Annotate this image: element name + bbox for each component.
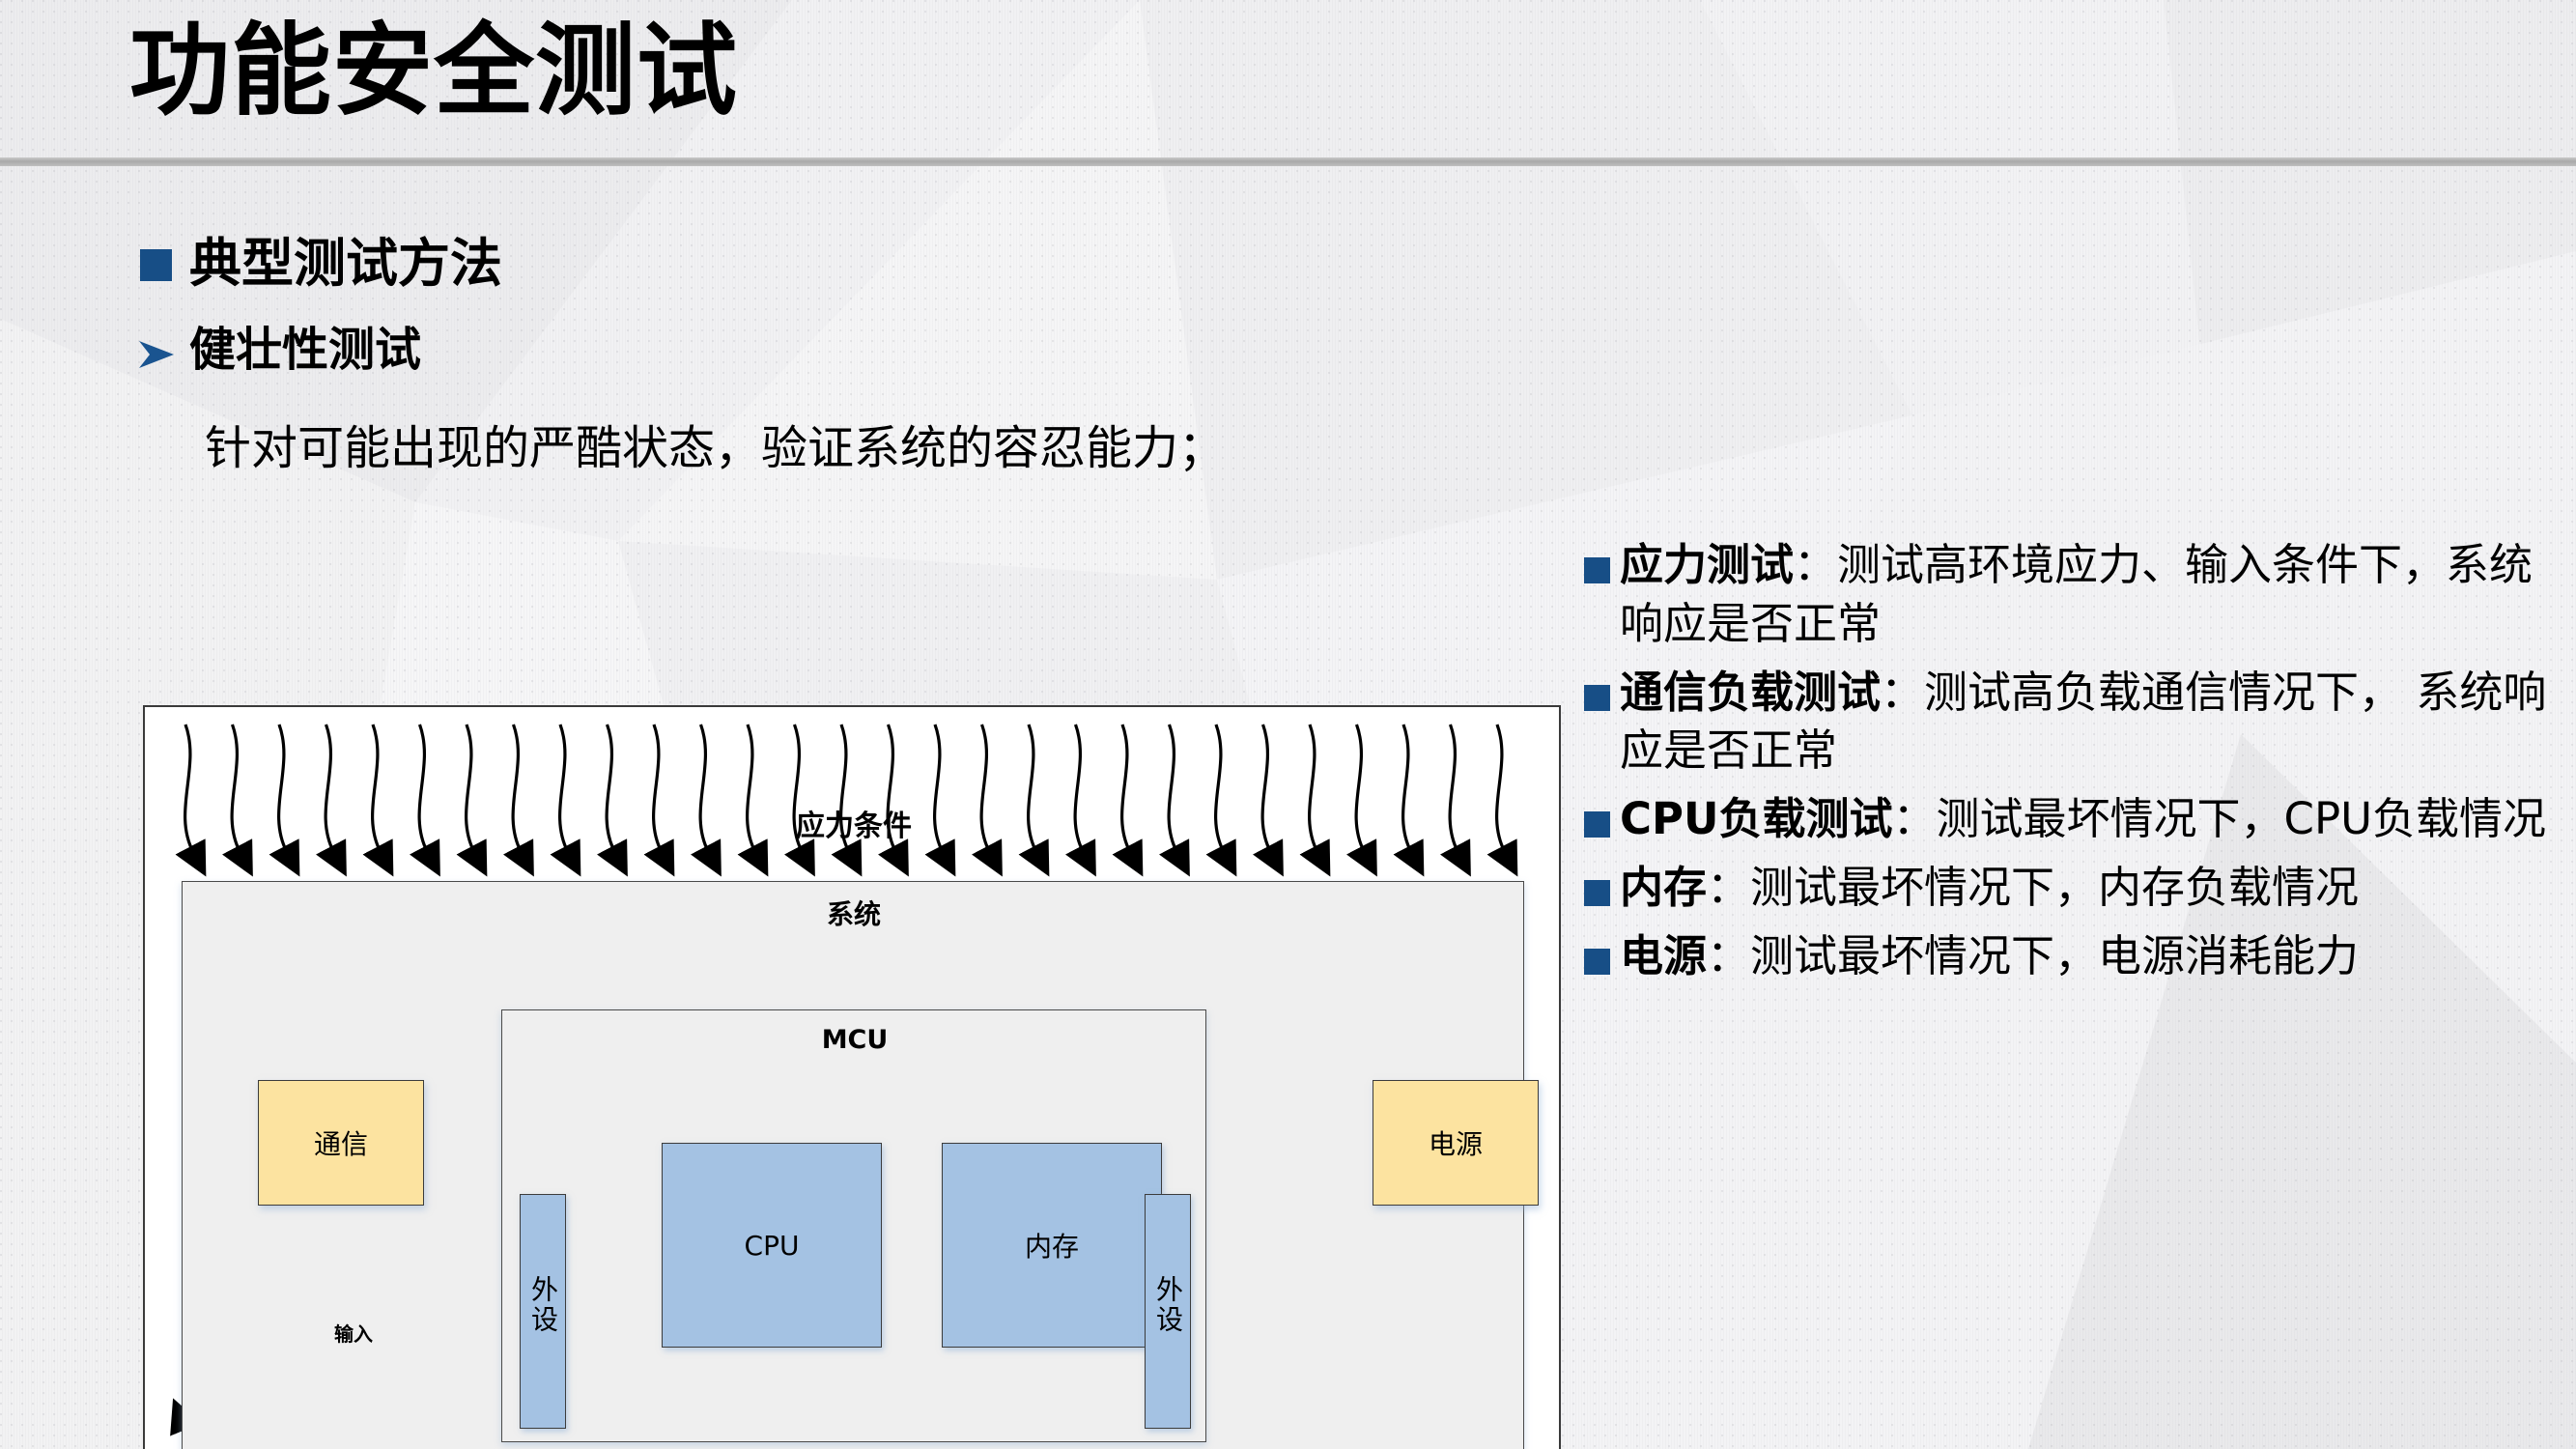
- mcu-label: MCU: [821, 1024, 889, 1055]
- right-panel-item-title: 内存: [1620, 861, 1708, 913]
- right-panel-item: 通信负载测试：测试高负载通信情况下， 系统响应是否正常: [1584, 664, 2576, 781]
- system-label: 系统: [826, 898, 881, 930]
- page-title: 功能安全测试: [129, 12, 739, 129]
- square-bullet-icon: [1584, 557, 1610, 583]
- bullet-level2-label: 健壮性测试: [189, 323, 422, 377]
- right-panel-item-body: ：测试最坏情况下，内存负载情况: [1707, 861, 2360, 913]
- stress-condition-top-label: 应力条件: [796, 810, 912, 843]
- square-bullet-icon: [1584, 879, 1610, 906]
- right-panel-item-text: CPU负载测试：测试最坏情况下，CPU负载情况: [1620, 790, 2546, 849]
- square-bullet-icon: [1584, 948, 1610, 975]
- right-panel-item-text: 应力测试：测试高环境应力、输入条件下，系统响应是否正常: [1620, 536, 2576, 654]
- input-arrow-label: 输入: [334, 1322, 373, 1346]
- system-box: 系统 MCU CPU 内存 外设 外设 通信 电源: [182, 881, 1539, 1449]
- memory-box: 内存: [942, 1143, 1162, 1348]
- communication-box: 通信: [258, 1080, 424, 1206]
- right-panel-item: 电源：测试最坏情况下，电源消耗能力: [1584, 927, 2576, 986]
- right-panel-item-title: 电源: [1620, 929, 1708, 981]
- peripheral-left-box: 外设: [520, 1194, 566, 1429]
- right-panel-item-text: 内存：测试最坏情况下，内存负载情况: [1620, 859, 2359, 918]
- chevron-right-icon: [135, 333, 178, 376]
- left-content-column: 典型测试方法 健壮性测试 针对可能出现的严酷状态，验证系统的容忍能力； 应力条件…: [0, 169, 1584, 1449]
- square-bullet-icon: [140, 249, 172, 281]
- right-panel-item-body: ：测试最坏情况下，CPU负载情况: [1892, 793, 2547, 844]
- cpu-box: CPU: [662, 1143, 882, 1348]
- square-bullet-icon: [1584, 684, 1610, 711]
- header-divider: [0, 157, 2576, 166]
- right-panel-item-text: 通信负载测试：测试高负载通信情况下， 系统响应是否正常: [1620, 664, 2576, 781]
- right-panel-item-title: 通信负载测试: [1620, 666, 1882, 718]
- right-panel-item: CPU负载测试：测试最坏情况下，CPU负载情况: [1584, 790, 2576, 849]
- right-content-column: 应力测试：测试高环境应力、输入条件下，系统响应是否正常 通信负载测试：测试高负载…: [1584, 536, 2576, 995]
- right-panel-item-title: 应力测试: [1620, 539, 1795, 590]
- power-box: 电源: [1373, 1080, 1539, 1206]
- bullet-level1-label: 典型测试方法: [189, 233, 502, 294]
- right-panel-item-body: ：测试最坏情况下，电源消耗能力: [1707, 929, 2360, 981]
- right-panel-item: 应力测试：测试高环境应力、输入条件下，系统响应是否正常: [1584, 536, 2576, 654]
- bullet-typical-test-methods: 典型测试方法: [140, 232, 502, 296]
- system-stress-diagram: 应力条件 应力条件 系统 MCU CPU 内存 外设 外设 通信 电源 输入: [143, 705, 1561, 1449]
- right-panel-item-text: 电源：测试最坏情况下，电源消耗能力: [1620, 927, 2359, 986]
- bullet-robustness-test: 健壮性测试: [135, 322, 421, 379]
- mcu-box: MCU CPU 内存 外设 外设: [501, 1009, 1206, 1442]
- body-paragraph: 针对可能出现的严酷状态，验证系统的容忍能力；: [205, 421, 1226, 475]
- square-bullet-icon: [1584, 811, 1610, 838]
- slide-header: 功能安全测试: [0, 0, 2576, 166]
- peripheral-right-box: 外设: [1145, 1194, 1191, 1429]
- right-panel-item: 内存：测试最坏情况下，内存负载情况: [1584, 859, 2576, 918]
- right-panel-item-title: CPU负载测试: [1620, 793, 1893, 844]
